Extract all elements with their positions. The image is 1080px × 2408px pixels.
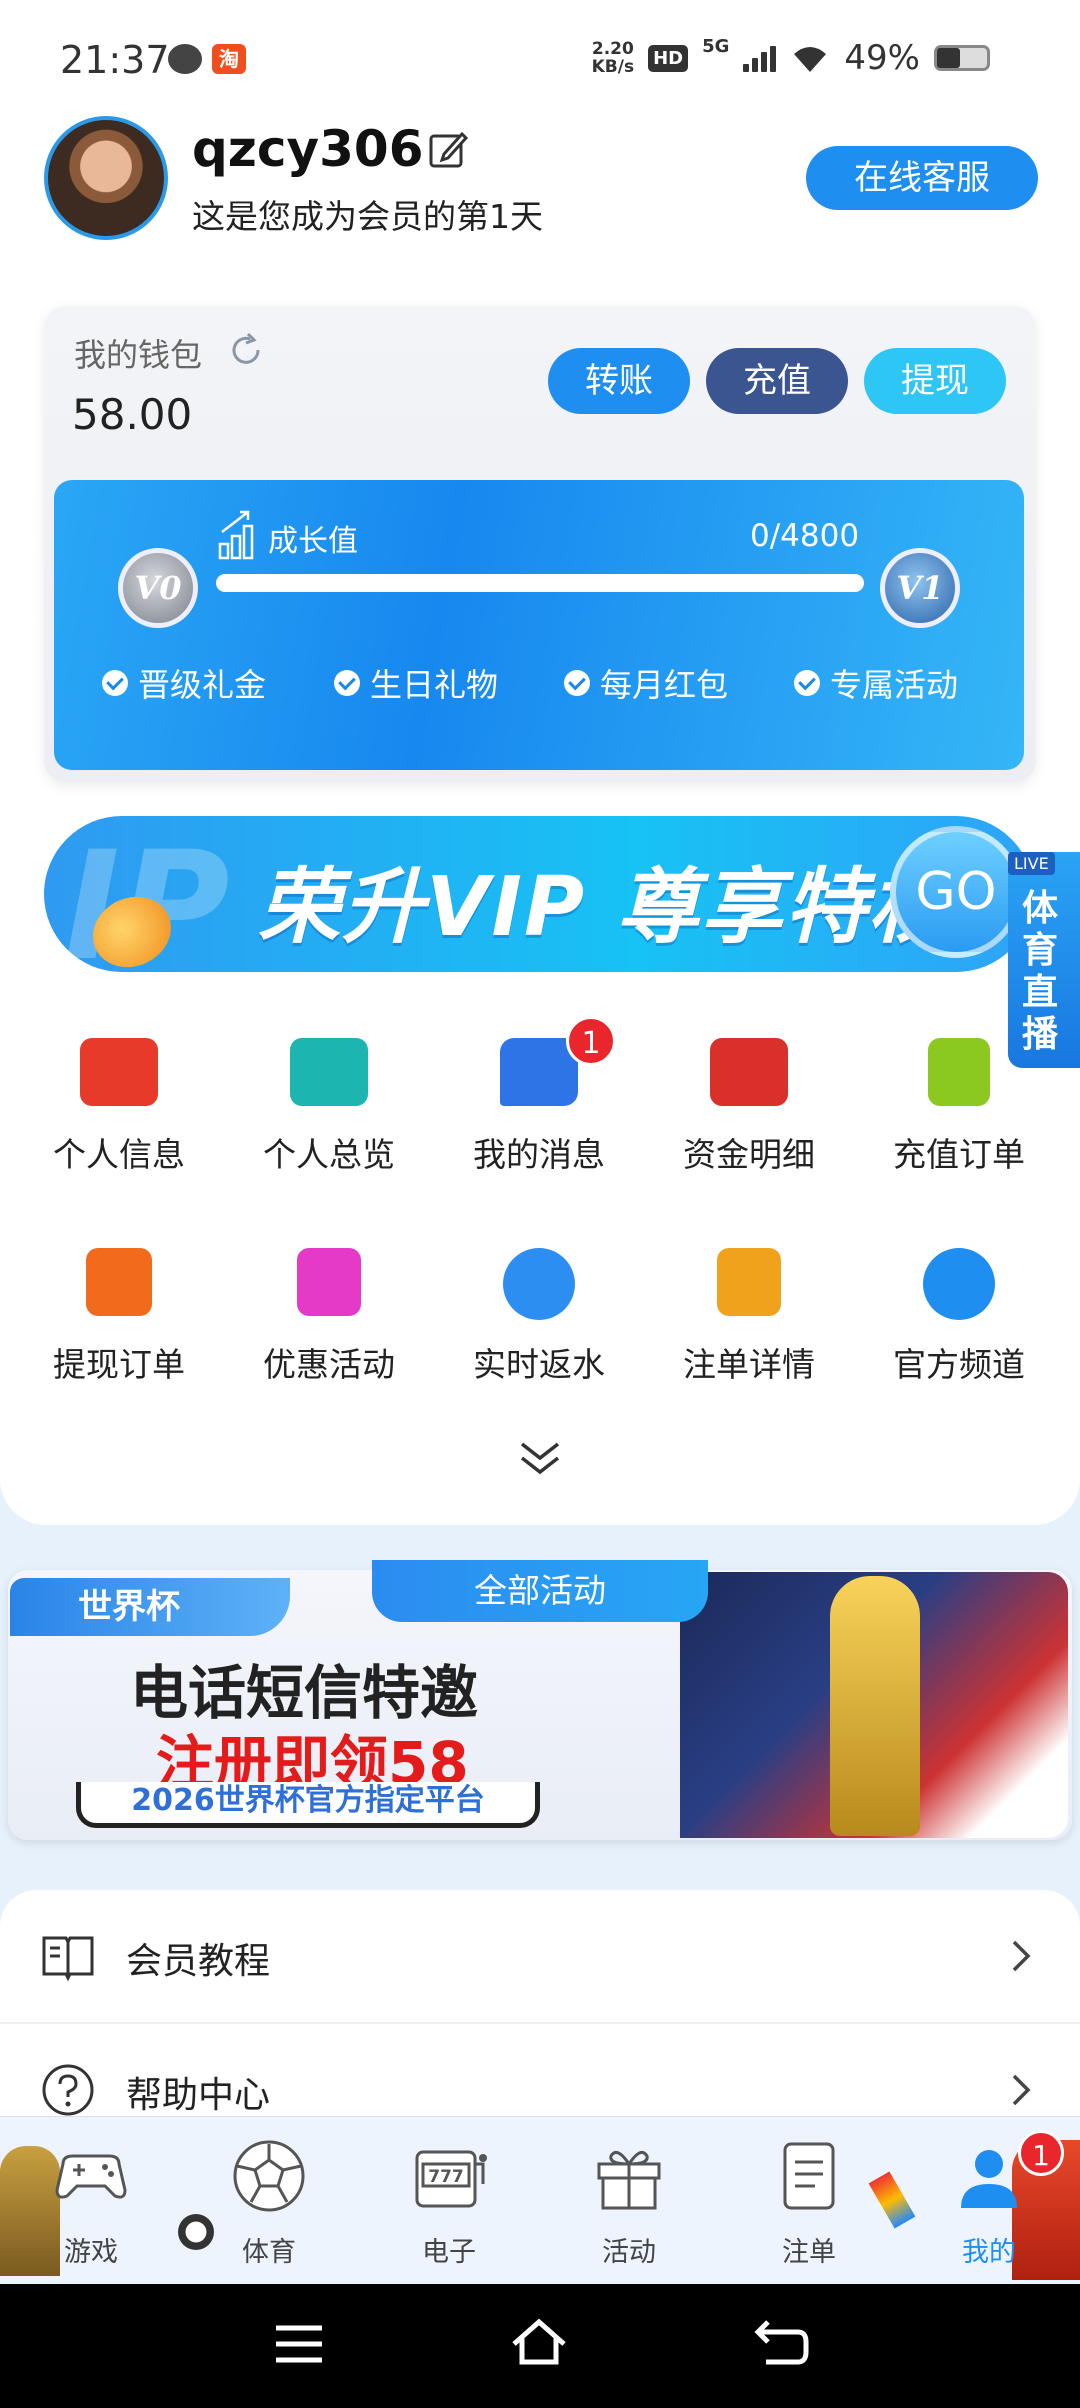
live-tag: LIVE	[1008, 852, 1055, 875]
menu-icon[interactable]	[272, 2322, 326, 2366]
growth-label: 成长值	[268, 524, 358, 559]
battery-icon	[934, 45, 990, 71]
live-sports-label: 体育直播	[1022, 888, 1059, 1055]
list-item-label: 帮助中心	[126, 2075, 271, 2116]
growth-progress-bar	[216, 574, 864, 592]
clipboard-icon	[928, 1038, 990, 1106]
level-badge-next: V1	[880, 548, 960, 628]
customer-service-button[interactable]: 在线客服	[806, 146, 1038, 210]
tab-games[interactable]: 游戏	[26, 2134, 156, 2269]
book-icon	[42, 1936, 94, 1982]
withdraw-order-icon	[86, 1248, 152, 1316]
grid-item-deposit-orders[interactable]: 充值订单	[854, 1038, 1064, 1176]
vip-go-button[interactable]: GO	[890, 826, 1022, 958]
grid-item-promotions[interactable]: 优惠活动	[224, 1248, 434, 1386]
hd-icon: HD	[648, 44, 689, 72]
soccer-ball-icon	[233, 2140, 305, 2212]
deposit-button[interactable]: 充值	[706, 348, 848, 414]
growth-value: 0/4800	[750, 518, 860, 554]
message-badge: 1	[566, 1016, 616, 1066]
bottom-tab-bar	[0, 2116, 1080, 2284]
chevron-right-icon	[1012, 2074, 1031, 2106]
grid-item-personal-info[interactable]: 个人信息	[14, 1038, 224, 1176]
tab-sports[interactable]: 体育	[204, 2134, 334, 2269]
taobao-icon: 淘	[212, 44, 246, 74]
transfer-button[interactable]: 转账	[548, 348, 690, 414]
gamepad-icon	[55, 2154, 127, 2199]
home-icon[interactable]	[508, 2316, 570, 2368]
grid-item-overview[interactable]: 个人总览	[224, 1038, 434, 1176]
id-card-icon	[80, 1038, 158, 1106]
check-icon	[102, 670, 128, 696]
expand-chevron-icon[interactable]	[518, 1438, 562, 1478]
growth-panel	[54, 480, 1024, 770]
battery-percent: 49%	[844, 38, 920, 78]
bet-detail-icon	[717, 1248, 781, 1316]
net-speed: 2.20 KB/s	[591, 39, 635, 77]
back-icon[interactable]	[754, 2318, 810, 2366]
profile-badge: 1	[1018, 2130, 1064, 2176]
profile-card-icon	[290, 1038, 368, 1106]
grid-item-messages[interactable]: 我的消息	[434, 1038, 644, 1176]
network-type: 5G	[702, 36, 730, 57]
telegram-icon	[923, 1248, 995, 1320]
perk-item: 生日礼物	[334, 660, 498, 706]
list-item-label: 会员教程	[126, 1941, 271, 1982]
check-icon	[564, 670, 590, 696]
wifi-icon	[794, 47, 827, 72]
grid-item-withdraw-orders[interactable]: 提现订单	[14, 1248, 224, 1386]
gift-icon	[297, 1248, 361, 1316]
member-days: 这是您成为会员的第1天	[192, 197, 543, 236]
grid-item-rebate[interactable]: 实时返水	[434, 1248, 644, 1386]
growth-chart-icon	[218, 510, 254, 560]
username: qzcy306	[192, 120, 424, 178]
worldcup-tag: 世界杯	[10, 1578, 290, 1636]
avatar[interactable]	[44, 116, 168, 240]
check-icon	[334, 670, 360, 696]
status-indicators: 2.20 KB/s HD 5G 49%	[592, 36, 990, 80]
gift-box-icon	[597, 2150, 661, 2210]
tab-bets[interactable]: 注单	[744, 2134, 874, 2269]
wechat-icon	[168, 44, 202, 74]
perk-item: 专属活动	[794, 660, 958, 706]
edit-icon[interactable]	[428, 130, 468, 170]
perk-item: 每月红包	[564, 660, 728, 706]
wallet-amount: 58.00	[72, 390, 193, 439]
withdraw-button[interactable]: 提现	[864, 348, 1006, 414]
grid-item-official-channel[interactable]: 官方频道	[854, 1248, 1064, 1386]
status-time: 21:37	[60, 38, 170, 82]
receipt-icon	[783, 2142, 835, 2210]
svg-text:777: 777	[428, 2167, 464, 2187]
refresh-icon[interactable]	[228, 332, 264, 368]
wallet-title: 我的钱包	[74, 336, 203, 374]
signal-icon	[743, 44, 777, 72]
slot-machine-icon: 777	[415, 2150, 487, 2208]
perk-item: 晋级礼金	[102, 660, 266, 706]
money-detail-icon	[710, 1038, 788, 1106]
grid-item-fund-details[interactable]: 资金明细	[644, 1038, 854, 1176]
trophy-icon	[830, 1576, 920, 1836]
help-icon	[42, 2064, 94, 2116]
worldcup-platform: 2026世界杯官方指定平台	[76, 1782, 540, 1828]
chevron-right-icon	[1012, 1940, 1031, 1972]
rebate-icon	[503, 1248, 575, 1320]
tab-slots[interactable]: 777 电子	[384, 2134, 514, 2269]
level-badge-current: V0	[118, 548, 198, 628]
grid-item-bet-details[interactable]: 注单详情	[644, 1248, 854, 1386]
check-icon	[794, 670, 820, 696]
tab-activities[interactable]: 活动	[564, 2134, 694, 2269]
all-events-tab[interactable]: 全部活动	[372, 1560, 708, 1622]
vip-banner-text: 荣升VIP 尊享特权	[258, 860, 953, 955]
